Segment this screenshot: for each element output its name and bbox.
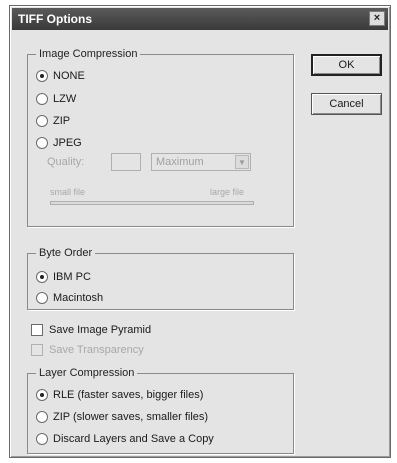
selected-dot [40,275,44,279]
tiff-options-dialog: TIFF Options × Image Compression NONE LZ… [9,5,391,458]
radio-label: IBM PC [53,271,91,283]
checkbox[interactable] [31,324,43,336]
slider-right-label: large file [210,187,245,197]
radio-button[interactable] [36,70,48,82]
radio-byte-order-ibm[interactable]: IBM PC [36,269,91,285]
cancel-button[interactable]: Cancel [311,93,382,115]
radio-button[interactable] [36,93,48,105]
quality-preset-select[interactable]: Maximum ▼ [151,153,251,171]
radio-compression-none[interactable]: NONE [36,68,85,84]
radio-label: Macintosh [53,292,104,304]
title-bar[interactable]: TIFF Options × [12,8,388,30]
selected-dot [40,74,44,78]
dialog-title: TIFF Options [18,12,92,26]
radio-label: ZIP (slower saves, smaller files) [53,411,209,423]
image-compression-label: Image Compression [36,48,141,60]
radio-button[interactable] [36,271,48,283]
close-icon: × [373,12,381,24]
radio-label: RLE (faster saves, bigger files) [53,389,204,401]
radio-compression-zip[interactable]: ZIP [36,113,70,129]
checkbox-save-transparency: Save Transparency [31,342,144,358]
checkbox-label: Save Transparency [49,344,144,356]
selected-dot [40,393,44,397]
layer-compression-label: Layer Compression [36,367,138,379]
radio-layer-zip[interactable]: ZIP (slower saves, smaller files) [36,409,208,425]
slider-left-label: small file [50,187,86,197]
quality-input[interactable] [111,153,141,171]
quality-label: Quality: [47,156,85,168]
radio-label: JPEG [53,137,82,149]
radio-button[interactable] [36,292,48,304]
radio-label: Discard Layers and Save a Copy [53,433,214,445]
radio-button[interactable] [36,411,48,423]
radio-label: NONE [53,70,85,82]
radio-button[interactable] [36,433,48,445]
radio-layer-discard[interactable]: Discard Layers and Save a Copy [36,431,214,447]
checkbox [31,344,43,356]
radio-button[interactable] [36,115,48,127]
checkbox-save-image-pyramid[interactable]: Save Image Pyramid [31,322,151,338]
byte-order-label: Byte Order [36,247,96,259]
radio-compression-lzw[interactable]: LZW [36,91,76,107]
checkbox-label: Save Image Pyramid [49,324,152,336]
quality-slider[interactable] [50,201,254,205]
close-button[interactable]: × [369,11,385,26]
radio-button[interactable] [36,137,48,149]
radio-button[interactable] [36,389,48,401]
radio-label: ZIP [53,115,71,127]
quality-preset-value: Maximum [156,156,204,168]
radio-layer-rle[interactable]: RLE (faster saves, bigger files) [36,387,203,403]
ok-button[interactable]: OK [311,54,382,76]
radio-label: LZW [53,93,77,105]
radio-byte-order-mac[interactable]: Macintosh [36,290,103,306]
chevron-down-icon[interactable]: ▼ [235,155,249,169]
radio-compression-jpeg[interactable]: JPEG [36,135,82,151]
